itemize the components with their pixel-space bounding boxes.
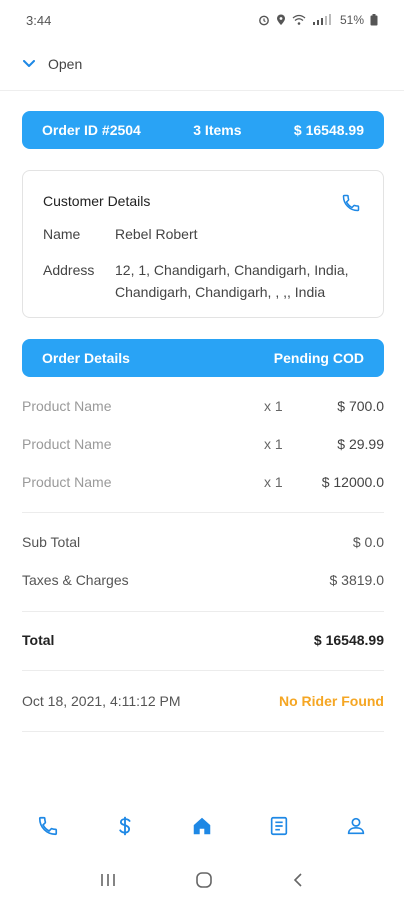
status-bar: 3:44 51% xyxy=(0,0,404,40)
open-label: Open xyxy=(48,56,83,72)
profile-icon xyxy=(347,817,364,835)
nav-home[interactable] xyxy=(182,806,222,846)
taxes-value: $ 3819.0 xyxy=(329,572,385,588)
header-divider xyxy=(0,90,404,91)
product-qty: x 1 xyxy=(264,474,283,490)
battery-percent: 51% xyxy=(339,13,364,27)
product-price: $ 700.0 xyxy=(337,398,384,414)
order-meta-row: Oct 18, 2021, 4:11:12 PM No Rider Found xyxy=(22,689,384,713)
order-items-count: 3 Items xyxy=(193,122,242,138)
system-navigation xyxy=(0,860,404,900)
address-label: Address xyxy=(43,262,95,278)
product-qty: x 1 xyxy=(264,398,283,414)
chevron-down-icon xyxy=(22,57,36,71)
order-amount: $ 16548.99 xyxy=(293,122,364,138)
name-label: Name xyxy=(43,226,81,242)
customer-details-card: Customer Details Name Rebel Robert Addre… xyxy=(22,170,384,318)
divider xyxy=(22,731,384,732)
nav-orders[interactable] xyxy=(259,806,299,846)
battery-icon xyxy=(370,14,378,26)
total-label: Total xyxy=(22,632,55,648)
bottom-navigation xyxy=(0,806,404,846)
phone-icon xyxy=(39,816,58,836)
nav-calls[interactable] xyxy=(28,806,68,846)
call-customer-button[interactable] xyxy=(341,193,361,213)
wifi-icon xyxy=(292,14,306,25)
order-date: Oct 18, 2021, 4:11:12 PM xyxy=(22,693,181,709)
product-name: Product Name xyxy=(22,436,112,452)
signal-icon xyxy=(312,14,331,25)
phone-icon xyxy=(342,194,360,212)
customer-address-row: Address 12, 1, Chandigarh, Chandigarh, I… xyxy=(43,259,363,303)
divider xyxy=(22,670,384,671)
home-button-icon[interactable] xyxy=(195,871,213,889)
divider xyxy=(22,512,384,513)
nav-earnings[interactable] xyxy=(105,806,145,846)
status-icons: 51% xyxy=(258,13,378,27)
back-icon[interactable] xyxy=(291,872,305,888)
product-name: Product Name xyxy=(22,474,112,490)
order-toggle[interactable]: Open xyxy=(0,44,404,84)
product-price: $ 29.99 xyxy=(337,436,384,452)
location-icon xyxy=(276,14,285,25)
order-details-title: Order Details xyxy=(42,350,130,366)
recent-apps-icon[interactable] xyxy=(99,872,117,888)
product-name: Product Name xyxy=(22,398,112,414)
taxes-label: Taxes & Charges xyxy=(22,572,129,588)
customer-details-title: Customer Details xyxy=(43,193,151,209)
address-value: 12, 1, Chandigarh, Chandigarh, India, Ch… xyxy=(115,262,349,300)
nav-profile[interactable] xyxy=(336,806,376,846)
subtotal-value: $ 0.0 xyxy=(352,534,384,550)
total-row: Total $ 16548.99 xyxy=(22,628,384,652)
product-row: Product Name x 1 $ 12000.0 xyxy=(22,470,384,494)
dollar-icon xyxy=(119,816,131,836)
product-row: Product Name x 1 $ 700.0 xyxy=(22,394,384,418)
order-id: Order ID #2504 xyxy=(42,122,141,138)
customer-name-row: Name Rebel Robert xyxy=(43,223,363,245)
product-qty: x 1 xyxy=(264,436,283,452)
order-summary-bar: Order ID #2504 3 Items $ 16548.99 xyxy=(22,111,384,149)
product-price: $ 12000.0 xyxy=(321,474,384,490)
divider xyxy=(22,611,384,612)
payment-status: Pending COD xyxy=(273,350,364,366)
product-row: Product Name x 1 $ 29.99 xyxy=(22,432,384,456)
order-details-bar: Order Details Pending COD xyxy=(22,339,384,377)
total-value: $ 16548.99 xyxy=(313,632,384,648)
taxes-row: Taxes & Charges $ 3819.0 xyxy=(22,568,384,592)
subtotal-row: Sub Total $ 0.0 xyxy=(22,530,384,554)
home-icon xyxy=(193,817,211,835)
rider-status: No Rider Found xyxy=(279,693,384,709)
alarm-icon xyxy=(259,15,269,26)
document-icon xyxy=(270,816,287,836)
name-value: Rebel Robert xyxy=(115,226,198,242)
subtotal-label: Sub Total xyxy=(22,534,81,550)
status-time: 3:44 xyxy=(26,12,52,28)
